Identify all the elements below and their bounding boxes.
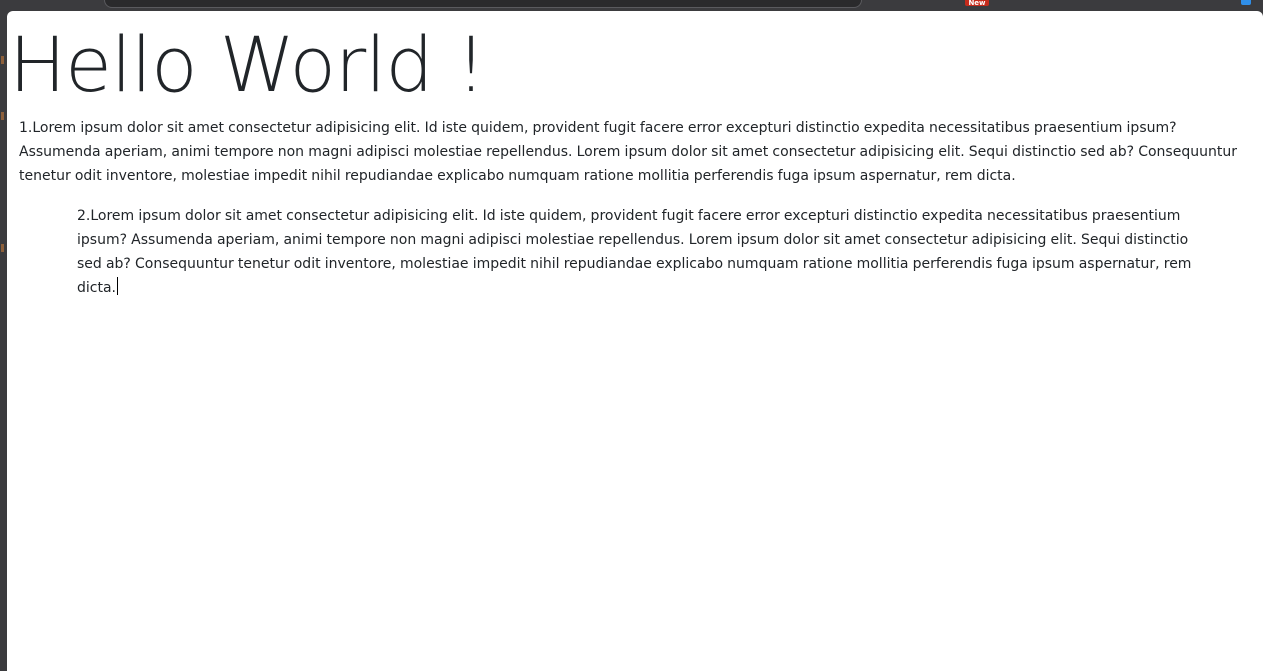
paragraph-2[interactable]: 2.Lorem ipsum dolor sit amet consectetur…: [77, 204, 1201, 300]
paragraph-2-text: 2.Lorem ipsum dolor sit amet consectetur…: [77, 208, 1192, 296]
text-caret: [117, 277, 118, 295]
page-viewport: Hello World ! 1.Lorem ipsum dolor sit am…: [7, 11, 1263, 671]
paragraph-1: 1.Lorem ipsum dolor sit amet consectetur…: [19, 120, 1237, 184]
extension-icon[interactable]: [1241, 0, 1251, 5]
background-glyph: [1, 112, 4, 120]
address-bar[interactable]: [104, 0, 862, 8]
background-glyph: [1, 244, 4, 252]
background-window-edge: [0, 12, 7, 666]
page-title: Hello World !: [9, 20, 486, 109]
new-badge: New: [965, 0, 989, 6]
background-glyph: [1, 56, 4, 64]
